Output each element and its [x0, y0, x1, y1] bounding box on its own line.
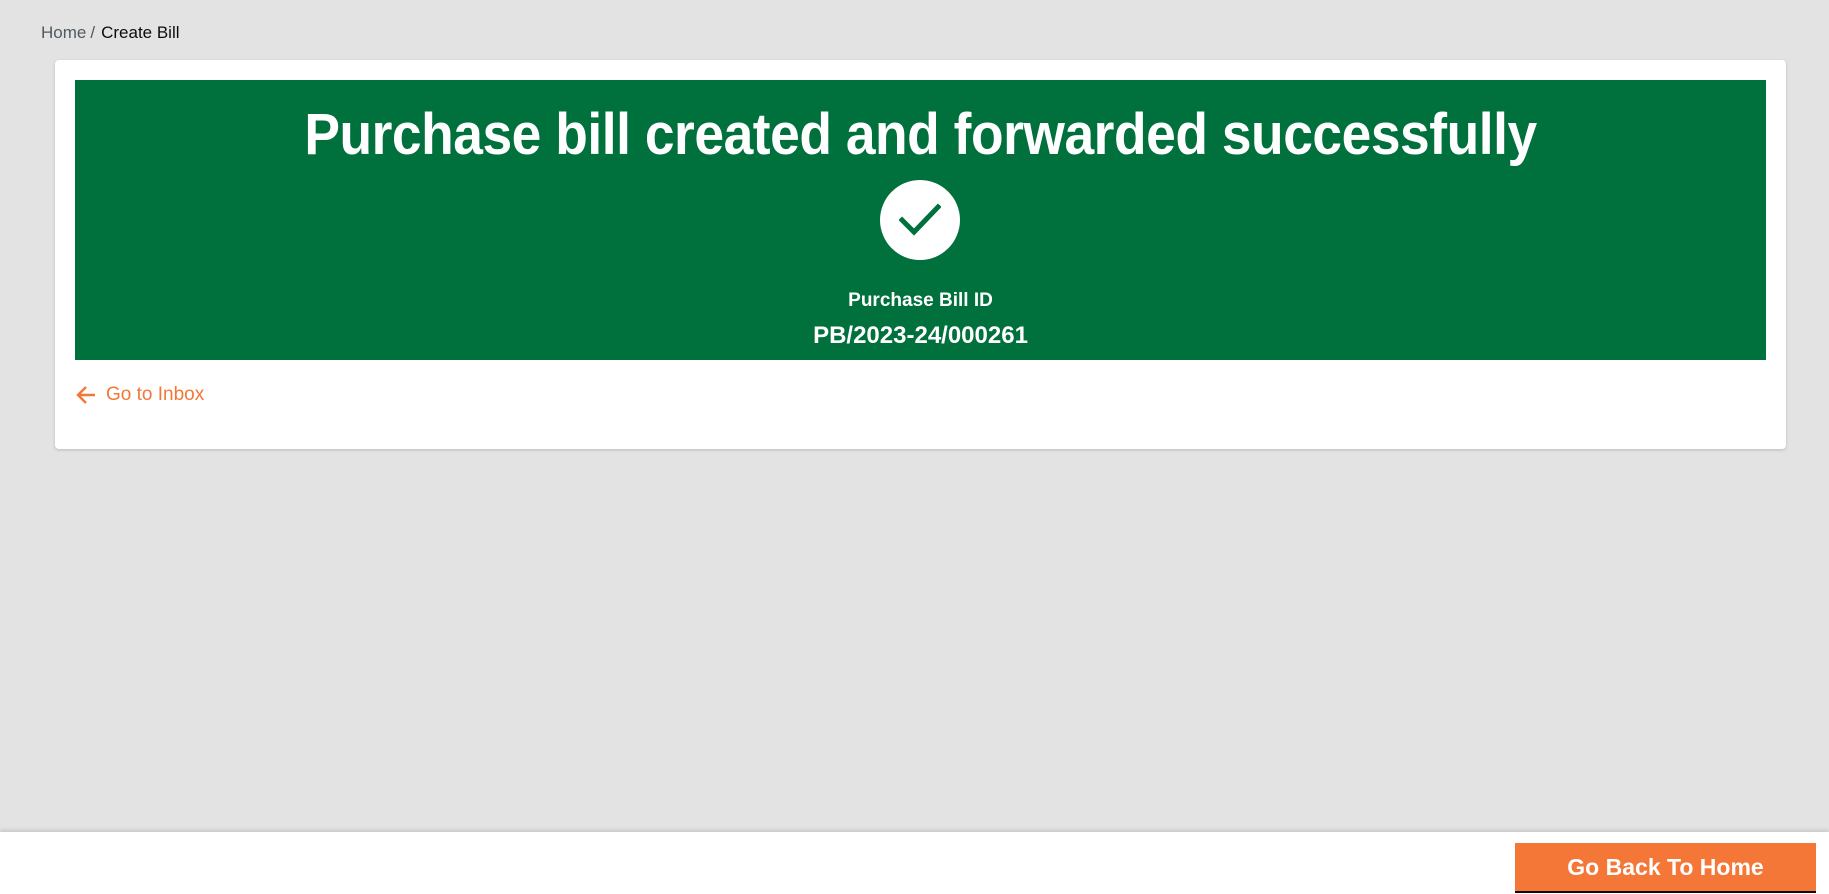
success-banner: Purchase bill created and forwarded succ…	[75, 80, 1766, 360]
breadcrumb-current: Create Bill	[101, 23, 180, 42]
bill-id-value: PB/2023-24/000261	[813, 322, 1028, 349]
bill-id-label: Purchase Bill ID	[848, 290, 993, 311]
breadcrumb-separator: /	[90, 23, 96, 42]
action-bar: Go Back To Home	[0, 832, 1829, 894]
breadcrumb: Home / Create Bill	[41, 23, 180, 43]
breadcrumb-home-link[interactable]: Home	[41, 23, 86, 43]
go-to-inbox-label: Go to Inbox	[106, 384, 205, 405]
success-card: Purchase bill created and forwarded succ…	[55, 60, 1786, 449]
banner-title: Purchase bill created and forwarded succ…	[304, 102, 1537, 167]
arrow-left-icon	[75, 384, 97, 406]
go-to-inbox-link[interactable]: Go to Inbox	[75, 384, 204, 406]
go-back-home-button[interactable]: Go Back To Home	[1515, 843, 1816, 893]
check-icon	[880, 180, 960, 260]
